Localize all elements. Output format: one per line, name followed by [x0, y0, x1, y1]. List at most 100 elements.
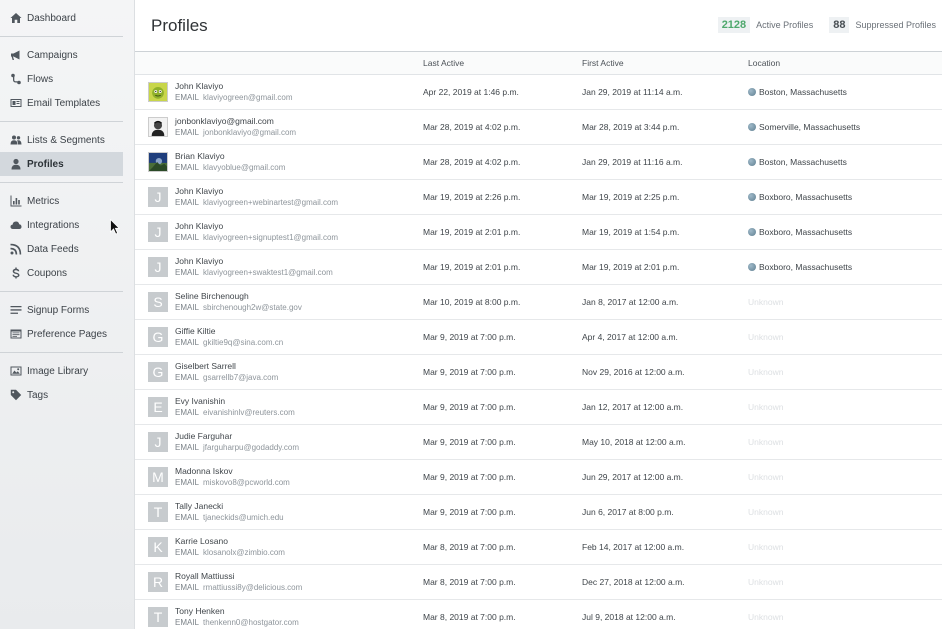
profile-name-link[interactable]: Karrie Losano	[175, 535, 285, 547]
active-profiles-count[interactable]: 2128	[717, 17, 751, 33]
profile-cell: John Klaviyo EMAIL klaviyogreen@gmail.com	[135, 80, 423, 104]
sidebar-group: Lists & Segments Profiles	[0, 122, 123, 183]
suppressed-profiles-label[interactable]: Suppressed Profiles	[855, 20, 936, 30]
table-row[interactable]: T Tony Henken EMAIL thenkenn0@hostgator.com…	[135, 600, 942, 629]
sidebar-item-campaigns[interactable]: Campaigns	[0, 43, 123, 67]
location-cell: Unknown	[748, 507, 942, 517]
profile-name-link[interactable]: Evy Ivanishin	[175, 395, 295, 407]
sidebar-item-email-templates[interactable]: Email Templates	[0, 91, 123, 115]
profile-name-link[interactable]: Tony Henken	[175, 605, 299, 617]
email-value: miskovo8@pcworld.com	[203, 478, 290, 487]
table-row[interactable]: Brian Klaviyo EMAIL klavyoblue@gmail.com Ma…	[135, 145, 942, 180]
table-row[interactable]: G Giselbert Sarrell EMAIL gsarrellb7@java.c…	[135, 355, 942, 390]
globe-icon	[748, 88, 756, 96]
sidebar-item-signup-forms[interactable]: Signup Forms	[0, 298, 123, 322]
table-row[interactable]: J Judie Farguhar EMAIL jfarguharpu@godaddy.…	[135, 425, 942, 460]
profile-name-block: John Klaviyo EMAIL klaviyogreen+swaktest1@…	[175, 255, 333, 279]
table-row[interactable]: J John Klaviyo EMAIL klaviyogreen+swaktest1…	[135, 250, 942, 285]
profile-name-block: Karrie Losano EMAIL klosanolx@zimbio.com	[175, 535, 285, 559]
profile-name-link[interactable]: Giffie Kiltie	[175, 325, 283, 337]
table-row[interactable]: S Seline Birchenough EMAIL sbirchenough2w@s…	[135, 285, 942, 320]
profile-name-link[interactable]: Brian Klaviyo	[175, 150, 285, 162]
first-active-cell: Jan 29, 2019 at 11:14 a.m.	[582, 87, 683, 97]
user-icon	[10, 158, 22, 170]
sidebar-group: Image Library Tags	[0, 353, 123, 413]
megaphone-icon	[10, 49, 22, 61]
profile-email: EMAIL klosanolx@zimbio.com	[175, 547, 285, 559]
table-row[interactable]: jonbonklaviyo@gmail.com EMAIL jonbonklaviy…	[135, 110, 942, 145]
avatar: K	[148, 537, 168, 557]
table-row[interactable]: J John Klaviyo EMAIL klaviyogreen+webinarte…	[135, 180, 942, 215]
profile-name-block: John Klaviyo EMAIL klaviyogreen+signuptest…	[175, 220, 338, 244]
globe-icon	[748, 123, 756, 131]
avatar: G	[148, 362, 168, 382]
location-cell: Unknown	[748, 542, 942, 552]
table-row[interactable]: T Tally Janecki EMAIL tjaneckids@umich.edu M…	[135, 495, 942, 530]
first-active-cell: Feb 14, 2017 at 12:00 a.m.	[582, 542, 685, 552]
email-tag: EMAIL	[175, 338, 200, 347]
column-header-location[interactable]: Location	[748, 58, 942, 68]
table-row[interactable]: E Evy Ivanishin EMAIL eivanishinlv@reuters.…	[135, 390, 942, 425]
email-tag: EMAIL	[175, 443, 200, 452]
last-active-cell: Mar 8, 2019 at 7:00 p.m.	[423, 542, 516, 552]
profile-name-link[interactable]: jonbonklaviyo@gmail.com	[175, 115, 296, 127]
globe-icon	[748, 193, 756, 201]
profile-cell: R Royall Mattiussi EMAIL rmattiussi8y@delic…	[135, 570, 423, 594]
profile-name-link[interactable]: Giselbert Sarrell	[175, 360, 278, 372]
location-cell: Unknown	[748, 332, 942, 342]
sidebar-group: Dashboard	[0, 0, 123, 37]
sidebar-item-flows[interactable]: Flows	[0, 67, 123, 91]
profile-cell: Brian Klaviyo EMAIL klavyoblue@gmail.com	[135, 150, 423, 174]
active-profiles-label[interactable]: Active Profiles	[756, 20, 813, 30]
sidebar-item-tags[interactable]: Tags	[0, 383, 123, 407]
table-row[interactable]: M Madonna Iskov EMAIL miskovo8@pcworld.com M…	[135, 460, 942, 495]
table-row[interactable]: R Royall Mattiussi EMAIL rmattiussi8y@delic…	[135, 565, 942, 600]
sidebar-item-preference-pages[interactable]: Preference Pages	[0, 322, 123, 346]
template-icon	[10, 97, 22, 109]
profile-name-link[interactable]: John Klaviyo	[175, 255, 333, 267]
avatar: J	[148, 432, 168, 452]
profile-name-link[interactable]: Judie Farguhar	[175, 430, 299, 442]
sidebar-item-profiles[interactable]: Profiles	[0, 152, 123, 176]
sidebar-item-integrations[interactable]: Integrations	[0, 213, 123, 237]
profile-name-link[interactable]: John Klaviyo	[175, 185, 338, 197]
profile-email: EMAIL klaviyogreen+webinartest@gmail.com	[175, 197, 338, 209]
sidebar-item-label: Email Templates	[27, 97, 101, 109]
sidebar-item-label: Data Feeds	[27, 243, 79, 255]
sidebar-item-image-library[interactable]: Image Library	[0, 359, 123, 383]
sidebar-item-dashboard[interactable]: Dashboard	[0, 6, 123, 30]
home-icon	[10, 12, 22, 24]
email-value: tjaneckids@umich.edu	[203, 513, 284, 522]
profile-email: EMAIL sbirchenough2w@state.gov	[175, 302, 302, 314]
sidebar-item-data-feeds[interactable]: Data Feeds	[0, 237, 123, 261]
profile-cell: S Seline Birchenough EMAIL sbirchenough2w@s…	[135, 290, 423, 314]
profile-name-block: Royall Mattiussi EMAIL rmattiussi8y@delici…	[175, 570, 302, 594]
form-icon	[10, 304, 22, 316]
table-row[interactable]: G Giffie Kiltie EMAIL gkiltie9q@sina.com.cn…	[135, 320, 942, 355]
location-cell: Boxboro, Massachusetts	[748, 227, 942, 237]
table-row[interactable]: K Karrie Losano EMAIL klosanolx@zimbio.com M…	[135, 530, 942, 565]
profile-name-link[interactable]: John Klaviyo	[175, 80, 293, 92]
profile-cell: M Madonna Iskov EMAIL miskovo8@pcworld.com	[135, 465, 423, 489]
profile-name-link[interactable]: Seline Birchenough	[175, 290, 302, 302]
sidebar-item-lists-and-segments[interactable]: Lists & Segments	[0, 128, 123, 152]
column-header-first-active[interactable]: First Active	[582, 58, 748, 68]
profile-name-link[interactable]: Madonna Iskov	[175, 465, 290, 477]
location-text: Unknown	[748, 507, 784, 517]
table-row[interactable]: John Klaviyo EMAIL klaviyogreen@gmail.com A…	[135, 75, 942, 110]
avatar: J	[148, 257, 168, 277]
profile-name-link[interactable]: Royall Mattiussi	[175, 570, 302, 582]
sidebar-item-coupons[interactable]: Coupons	[0, 261, 123, 285]
profile-cell: J Judie Farguhar EMAIL jfarguharpu@godaddy.…	[135, 430, 423, 454]
column-header-last-active[interactable]: Last Active	[423, 58, 582, 68]
sidebar-item-metrics[interactable]: Metrics	[0, 189, 123, 213]
email-tag: EMAIL	[175, 478, 200, 487]
email-value: gsarrellb7@java.com	[203, 373, 279, 382]
profile-email: EMAIL gkiltie9q@sina.com.cn	[175, 337, 283, 349]
suppressed-profiles-count[interactable]: 88	[829, 17, 850, 33]
profile-name-link[interactable]: John Klaviyo	[175, 220, 338, 232]
globe-icon	[748, 228, 756, 236]
tag-icon	[10, 389, 22, 401]
table-row[interactable]: J John Klaviyo EMAIL klaviyogreen+signuptes…	[135, 215, 942, 250]
profile-name-link[interactable]: Tally Janecki	[175, 500, 284, 512]
